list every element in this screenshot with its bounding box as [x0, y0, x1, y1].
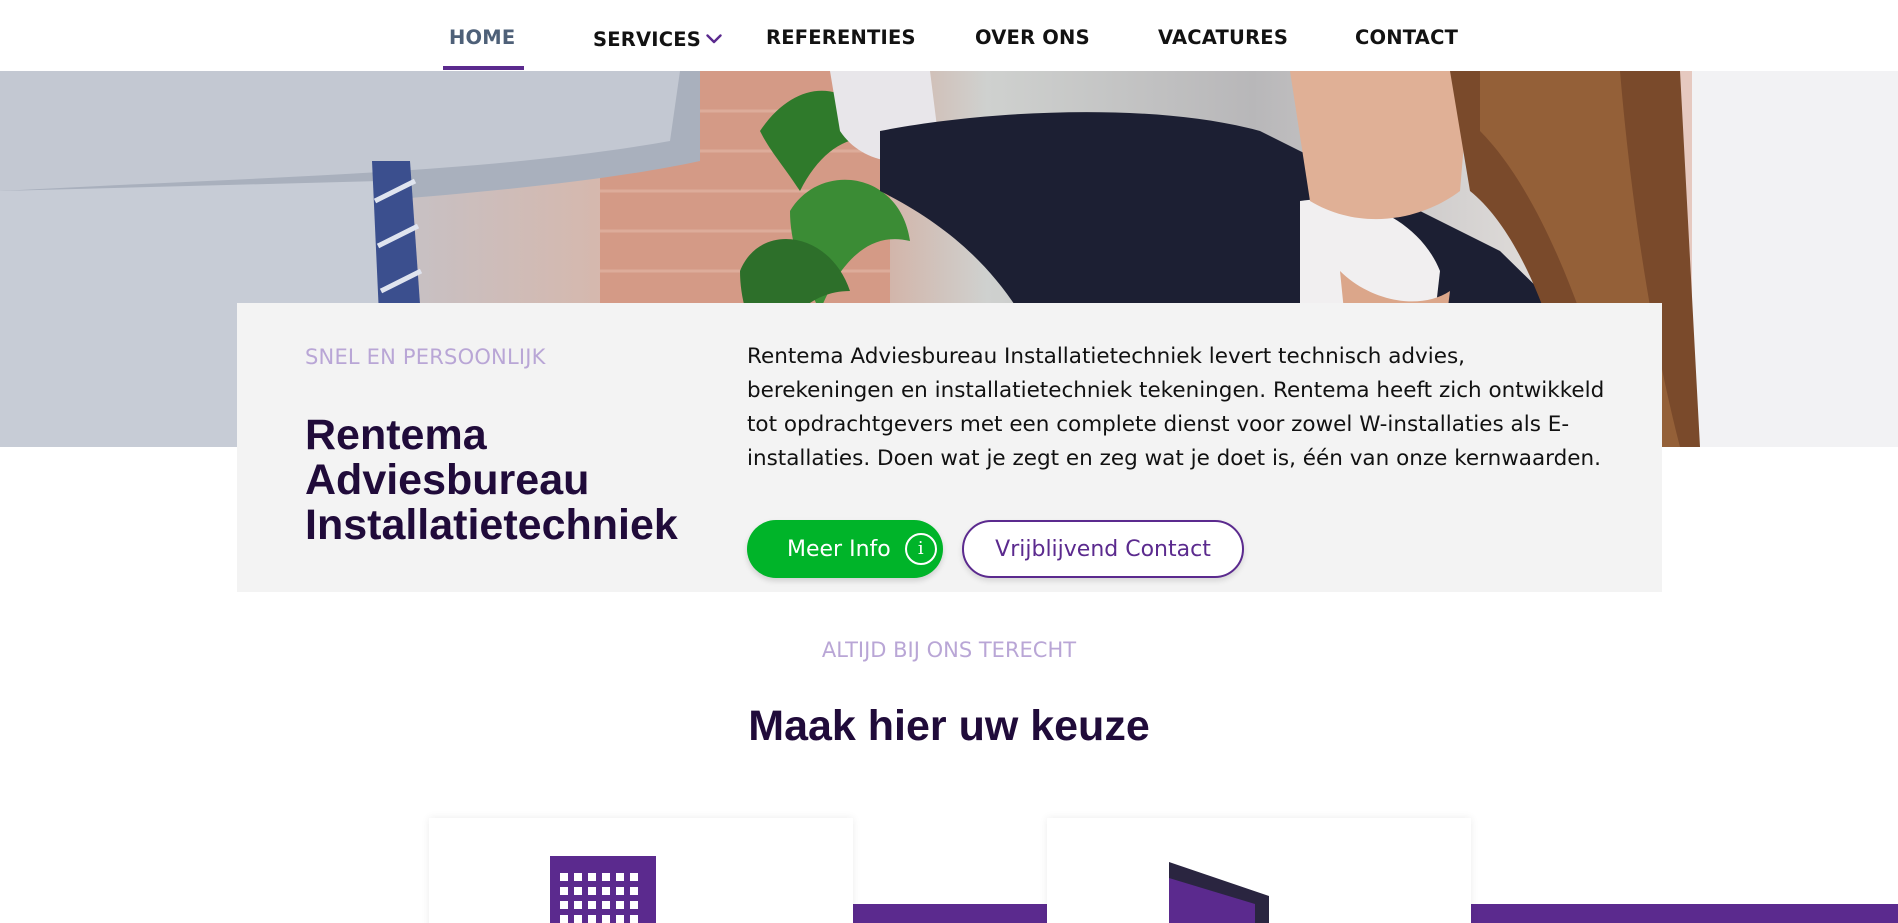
- choice-card-document[interactable]: [1047, 818, 1471, 923]
- nav-item-contact[interactable]: CONTACT: [1355, 26, 1458, 49]
- chevron-down-icon: [706, 26, 722, 49]
- nav-item-over-ons[interactable]: OVER ONS: [975, 26, 1090, 49]
- info-icon: i: [904, 533, 937, 565]
- choice-card-building[interactable]: [429, 818, 853, 923]
- active-nav-indicator: [443, 66, 524, 70]
- intro-kicker: SNEL EN PERSOONLIJK: [305, 345, 546, 369]
- main-navigation: HOME SERVICES REFERENTIES OVER ONS VACAT…: [0, 0, 1898, 71]
- nav-item-home[interactable]: HOME: [449, 26, 515, 49]
- meer-info-label: Meer Info: [787, 536, 891, 562]
- nav-item-vacatures[interactable]: VACATURES: [1158, 26, 1288, 49]
- choices-kicker: ALTIJD BIJ ONS TERECHT: [821, 638, 1077, 662]
- choices-title: Maak hier uw keuze: [748, 702, 1150, 750]
- intro-description: Rentema Adviesbureau Installatietechniek…: [747, 344, 1605, 471]
- nav-item-services-label: SERVICES: [593, 28, 702, 51]
- nav-item-referenties[interactable]: REFERENTIES: [766, 26, 916, 49]
- intro-title: Rentema Adviesbureau Installatietechniek: [305, 411, 678, 549]
- building-icon: [550, 856, 656, 923]
- intro-card: SNEL EN PERSOONLIJK Rentema Adviesbureau…: [237, 303, 1662, 592]
- document-icon: [1169, 862, 1269, 923]
- vrijblijvend-contact-button[interactable]: Vrijblijvend Contact: [962, 520, 1244, 578]
- meer-info-button[interactable]: Meer Info i: [747, 520, 943, 578]
- nav-item-services[interactable]: SERVICES: [593, 26, 722, 51]
